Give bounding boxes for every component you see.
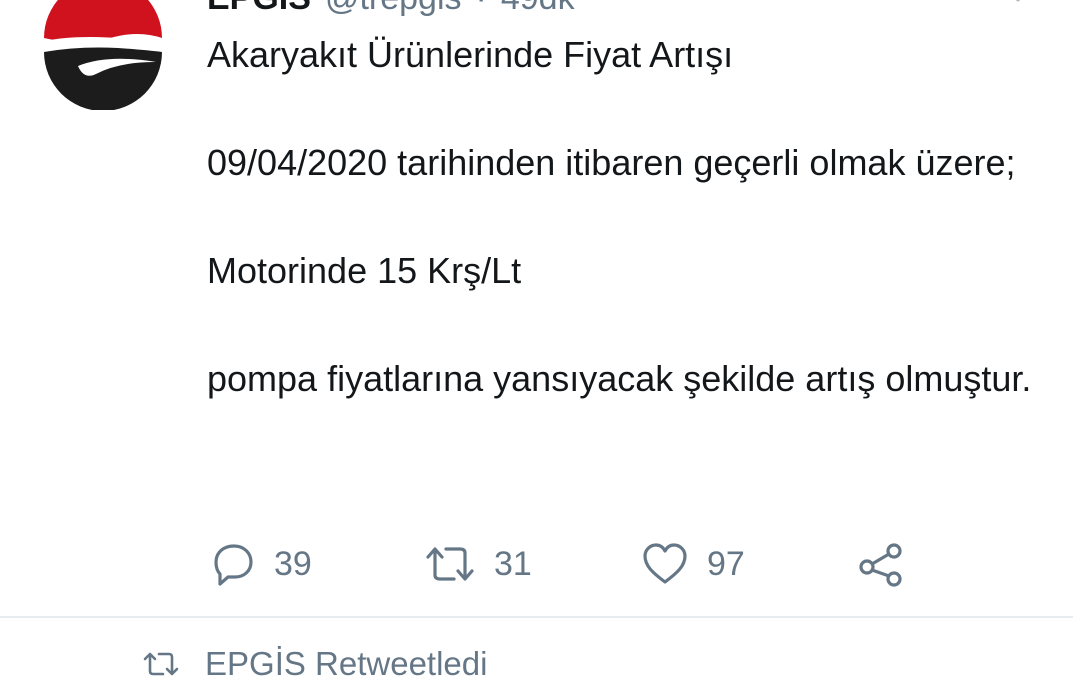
tweet-paragraph: Motorinde 15 Krş/Lt (207, 250, 522, 291)
author-name[interactable]: EPGİS (207, 0, 311, 17)
like-icon (643, 543, 687, 584)
tweet-paragraph: 09/04/2020 tarihinden itibaren geçerli o… (207, 142, 1016, 183)
avatar[interactable] (38, 0, 168, 111)
retweet-context-label: EPGİS Retweetledi (205, 645, 488, 682)
tweet-header: EPGİS @trepgis · 49dk (207, 0, 575, 18)
tweet-divider (0, 616, 1073, 618)
tweet-text: Akaryakıt Ürünlerinde Fiyat Artışı 09/04… (207, 28, 1047, 406)
retweet-icon (426, 547, 474, 581)
share-icon (859, 543, 902, 587)
header-separator: · (476, 0, 487, 17)
like-button[interactable]: 97 (641, 536, 745, 592)
retweet-count: 31 (494, 544, 532, 583)
retweet-context[interactable]: EPGİS Retweetledi (143, 642, 487, 686)
retweet-small-icon (143, 652, 179, 676)
caret-down-icon (1015, 0, 1021, 2)
tweet-menu-button[interactable] (1008, 0, 1028, 6)
reply-icon (214, 544, 253, 586)
avatar-logo (39, 0, 167, 111)
tweet-timestamp[interactable]: 49dk (501, 0, 575, 17)
reply-button[interactable]: 39 (210, 536, 312, 592)
author-handle[interactable]: @trepgis (325, 0, 462, 17)
retweet-button[interactable]: 31 (424, 536, 532, 592)
tweet-paragraph: pompa fiyatlarına yansıyacak şekilde art… (207, 358, 1032, 399)
share-button[interactable] (856, 536, 906, 592)
like-count: 97 (707, 544, 745, 583)
tweet-actions: 39 31 97 (0, 536, 1073, 592)
reply-count: 39 (274, 544, 312, 583)
tweet-paragraph: Akaryakıt Ürünlerinde Fiyat Artışı (207, 34, 734, 75)
